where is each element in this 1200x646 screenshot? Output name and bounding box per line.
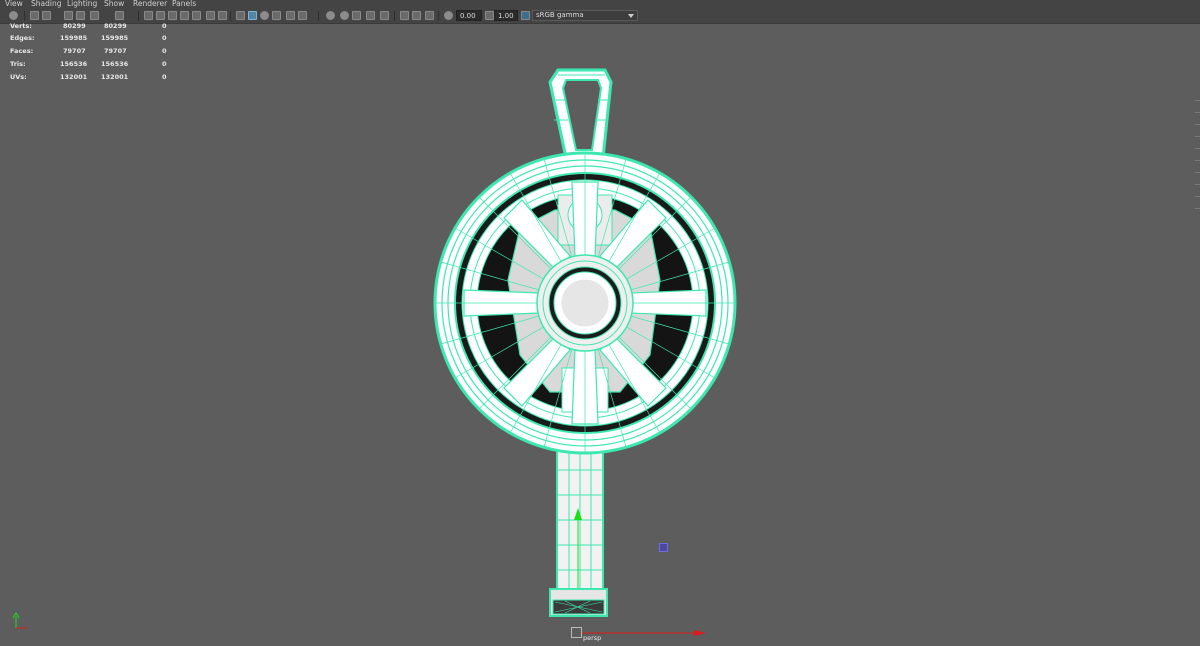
viewport-model[interactable]: [0, 0, 1200, 646]
model-wheel[interactable]: [433, 151, 737, 455]
camera-label: persp: [583, 634, 602, 642]
model-top-loop[interactable]: [548, 68, 613, 160]
view-axis-gizmo: [12, 612, 27, 629]
camera-origin-box: [571, 627, 582, 638]
manipulator-center-box[interactable]: [659, 543, 668, 552]
